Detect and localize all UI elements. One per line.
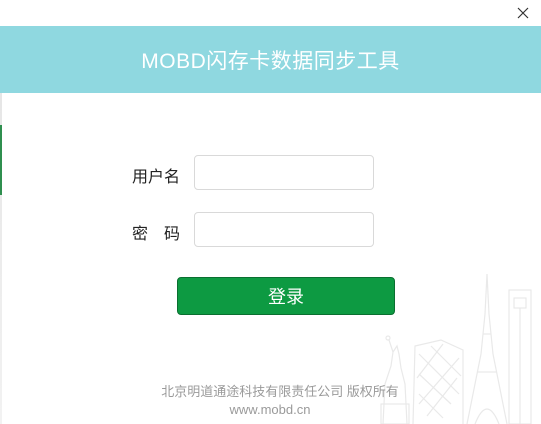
username-input[interactable] [194,155,374,190]
window-left-edge [0,93,2,424]
password-input[interactable] [194,212,374,247]
username-label: 用户名 [132,169,181,186]
copyright-text: 北京明道通途科技有限责任公司 版权所有 [161,384,399,399]
header-banner: MOBD闪存卡数据同步工具 [0,26,541,93]
close-icon [517,7,529,19]
login-button[interactable]: 登录 [177,277,395,315]
app-title: MOBD闪存卡数据同步工具 [141,49,400,73]
title-bar [0,0,541,26]
edge-accent [0,125,2,195]
password-label: 密 码 [132,226,181,243]
website-text: www.mobd.cn [229,402,311,417]
close-button[interactable] [505,0,541,26]
